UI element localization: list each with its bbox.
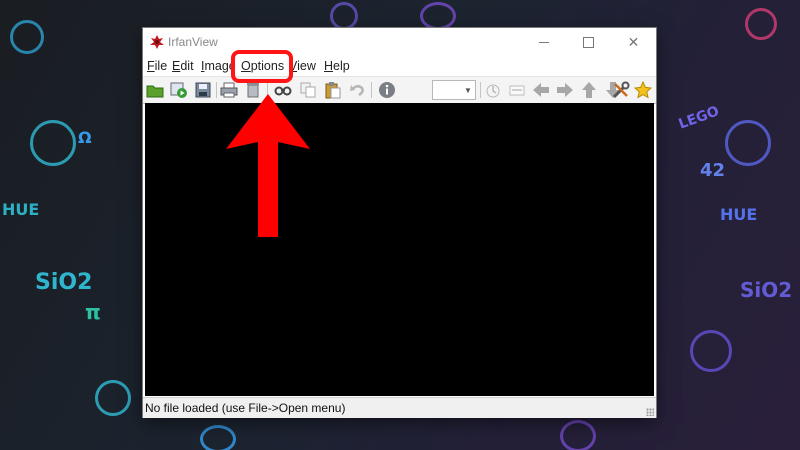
irfanview-logo-icon	[150, 35, 164, 49]
irfanview-window: IrfanView ✕ File Edit Image Options View…	[143, 28, 656, 418]
status-text: No file loaded (use File->Open menu)	[145, 401, 346, 415]
wallpaper-shape	[95, 380, 131, 416]
paste-icon[interactable]	[323, 80, 343, 100]
scan-icon[interactable]	[507, 80, 527, 100]
zoom-select[interactable]	[432, 80, 462, 100]
minimize-button[interactable]	[521, 28, 566, 56]
slideshow-icon[interactable]	[169, 80, 189, 100]
status-bar: No file loaded (use File->Open menu)	[143, 397, 656, 418]
save-icon[interactable]	[193, 80, 213, 100]
wallpaper-shape	[725, 120, 771, 166]
wallpaper-shape	[200, 425, 236, 450]
maximize-icon	[583, 36, 594, 48]
undo-icon[interactable]	[347, 80, 367, 100]
pointer-arrow-icon	[226, 94, 310, 237]
close-icon: ✕	[627, 33, 640, 50]
wallpaper-doodle: HUE	[720, 205, 758, 224]
menu-help[interactable]: Help	[324, 59, 350, 73]
wallpaper-doodle: HUE	[2, 200, 40, 219]
wallpaper-doodle: Ω	[78, 128, 92, 147]
arrow-up-icon[interactable]	[579, 80, 599, 100]
toolbar-separator	[371, 82, 372, 98]
title-bar[interactable]: IrfanView ✕	[143, 28, 656, 56]
menu-edit[interactable]: Edit	[172, 59, 194, 73]
wallpaper-doodle: SiO2	[740, 278, 793, 302]
wallpaper-doodle: LEGO	[676, 103, 722, 133]
wallpaper-doodle: π	[85, 300, 101, 324]
wallpaper-shape	[420, 2, 456, 30]
wallpaper-shape	[10, 20, 44, 54]
open-folder-icon[interactable]	[145, 80, 165, 100]
wallpaper-shape	[30, 120, 76, 166]
favorite-star-icon[interactable]	[633, 80, 653, 100]
options-highlight-box	[231, 50, 293, 83]
info-icon[interactable]	[377, 80, 397, 100]
lock-icon[interactable]	[483, 80, 503, 100]
close-button[interactable]: ✕	[611, 28, 656, 56]
toolbar-separator	[216, 82, 217, 98]
settings-icon[interactable]	[611, 80, 631, 100]
arrow-left-icon[interactable]	[531, 80, 551, 100]
minimize-icon	[538, 41, 549, 43]
window-title: IrfanView	[168, 35, 218, 49]
maximize-button[interactable]	[566, 28, 611, 56]
wallpaper-shape	[745, 8, 777, 40]
image-canvas[interactable]	[145, 103, 654, 396]
toolbar: ▼	[143, 76, 656, 104]
arrow-right-icon[interactable]	[555, 80, 575, 100]
wallpaper-shape	[330, 2, 358, 30]
resize-grip-icon[interactable]	[646, 408, 654, 416]
wallpaper-doodle: 42	[700, 160, 726, 181]
toolbar-separator	[480, 82, 481, 98]
menu-file[interactable]: File	[147, 59, 167, 73]
wallpaper-shape	[560, 420, 596, 450]
wallpaper-doodle: SiO2	[35, 270, 93, 295]
wallpaper-shape	[690, 330, 732, 372]
menu-bar: File Edit Image Options View Help	[143, 56, 656, 76]
menu-view[interactable]: View	[289, 59, 316, 73]
chevron-down-icon[interactable]: ▼	[461, 80, 476, 100]
